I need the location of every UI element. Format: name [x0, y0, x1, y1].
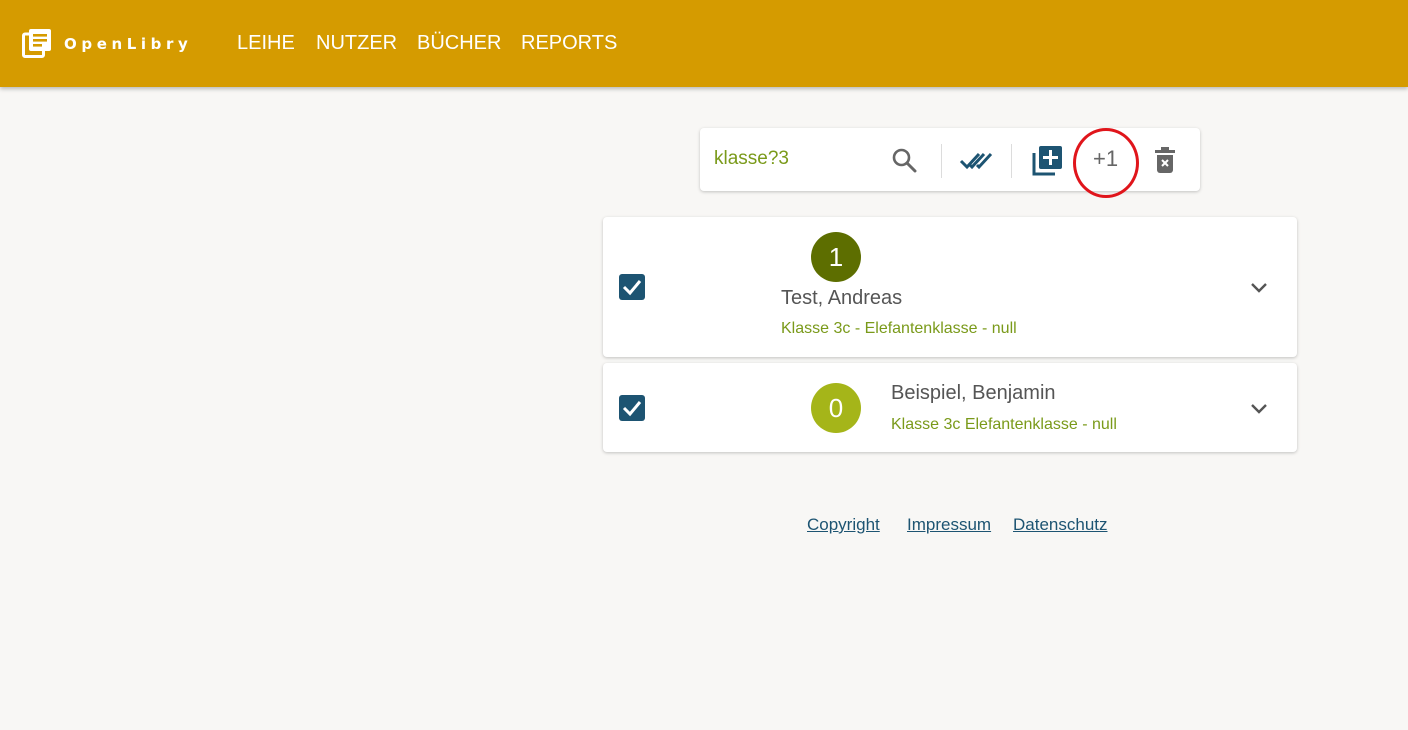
- search-toolbar: +1: [700, 128, 1200, 198]
- chevron-down-icon[interactable]: [1249, 277, 1269, 297]
- user-card: 1 Test, Andreas Klasse 3c - Elefantenkla…: [603, 217, 1297, 357]
- rental-count-badge: 1: [811, 232, 861, 282]
- top-app-bar: OpenLibry LEIHE NUTZER BÜCHER REPORTS: [0, 0, 1408, 87]
- increase-button[interactable]: +1: [1093, 146, 1118, 172]
- check-icon: [622, 401, 642, 417]
- datenschutz-link[interactable]: Datenschutz: [1013, 515, 1108, 535]
- toolbar-divider: [1011, 144, 1012, 178]
- user-details: Klasse 3c Elefantenklasse - null: [891, 416, 1117, 433]
- library-add-icon[interactable]: [1031, 145, 1063, 177]
- nav-buecher[interactable]: BÜCHER: [417, 31, 501, 55]
- user-card: 0 Beispiel, Benjamin Klasse 3c Elefanten…: [603, 363, 1297, 452]
- delete-icon[interactable]: [1155, 147, 1175, 173]
- chevron-down-icon[interactable]: [1249, 398, 1269, 418]
- user-checkbox[interactable]: [619, 395, 645, 421]
- user-name: Beispiel, Benjamin: [891, 382, 1056, 404]
- nav-nutzer[interactable]: NUTZER: [316, 31, 397, 55]
- book-logo-icon: [22, 29, 51, 58]
- impressum-link[interactable]: Impressum: [907, 515, 991, 535]
- user-details: Klasse 3c - Elefantenklasse - null: [781, 320, 1017, 337]
- copyright-link[interactable]: Copyright: [807, 515, 880, 535]
- nav-leihe[interactable]: LEIHE: [237, 31, 295, 55]
- toolbar-divider: [941, 144, 942, 178]
- app-name[interactable]: OpenLibry: [64, 35, 192, 53]
- search-icon[interactable]: [891, 147, 917, 173]
- user-name: Test, Andreas: [781, 287, 903, 309]
- nav-reports[interactable]: REPORTS: [521, 31, 617, 55]
- check-icon: [622, 280, 642, 296]
- rental-count-badge: 0: [811, 383, 861, 433]
- search-input[interactable]: [714, 146, 879, 172]
- double-check-icon[interactable]: [959, 148, 993, 172]
- user-checkbox[interactable]: [619, 274, 645, 300]
